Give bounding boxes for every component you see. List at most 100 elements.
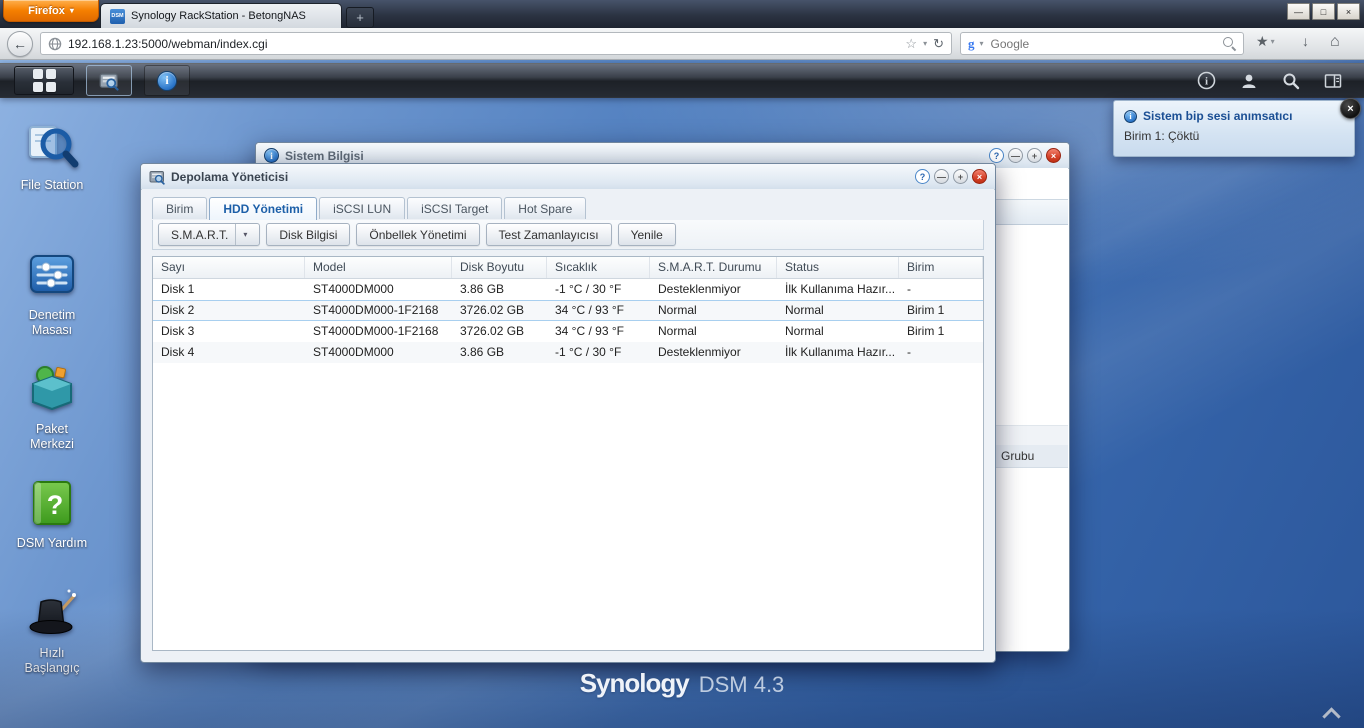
bookmark-star-icon[interactable]: ☆ [905,36,917,52]
cell-status: İlk Kullanıma Hazır... [777,342,899,363]
info-outline-icon[interactable]: i [1197,71,1216,90]
system-info-icon: i [264,148,279,163]
url-text: 192.168.1.23:5000/webman/index.cgi [68,37,899,51]
user-icon[interactable] [1240,72,1258,90]
minimize-window-button[interactable]: — [1287,3,1310,20]
cell-smart: Normal [650,321,777,342]
table-row-disk3[interactable]: Disk 3 ST4000DM000-1F2168 3726.02 GB 34 … [153,321,983,342]
search-icon[interactable] [1223,37,1236,50]
info-icon: i [1124,110,1137,123]
cell-number: Disk 2 [153,300,305,321]
tab-iscsi-lun[interactable]: iSCSI LUN [319,197,405,219]
tab-hdd-yonetimi[interactable]: HDD Yönetimi [209,197,317,220]
tab-hot-spare[interactable]: Hot Spare [504,197,586,219]
desktop-icon-quick-start[interactable]: Hızlı Başlangıç [4,586,100,676]
col-model[interactable]: Model [305,257,452,278]
window-controls: ? — + × [989,148,1061,163]
tab-title: Synology RackStation - BetongNAS [131,10,306,22]
new-tab-button[interactable]: + [346,7,374,28]
chevron-down-icon: ▾ [1271,37,1275,46]
taskbar-system-info-button[interactable]: i [144,65,190,96]
back-button[interactable]: ← [7,31,33,57]
tab-iscsi-target[interactable]: iSCSI Target [407,197,502,219]
cell-model: ST4000DM000 [305,279,452,300]
pilot-view-icon[interactable] [1324,72,1342,90]
search-box[interactable]: g ▾ [960,32,1244,55]
cache-management-button[interactable]: Önbellek Yönetimi [356,223,479,246]
col-smart-durumu[interactable]: S.M.A.R.T. Durumu [650,257,777,278]
collapse-desktop-chevron-icon[interactable] [1322,706,1340,720]
maximize-window-button[interactable]: □ [1312,3,1335,20]
notification-close-button[interactable]: × [1340,98,1361,119]
storage-manager-window: Depolama Yöneticisi ? — + × Birim HDD Yö… [140,163,996,663]
desktop-icon-dsm-help[interactable]: ? DSM Yardım [4,476,100,551]
search-input[interactable] [989,36,1218,52]
col-sayi[interactable]: Sayı [153,257,305,278]
close-window-button[interactable]: × [1337,3,1360,20]
main-menu-button[interactable] [14,66,74,95]
col-disk-boyutu[interactable]: Disk Boyutu [452,257,547,278]
file-station-icon [25,118,79,172]
col-birim[interactable]: Birim [899,257,983,278]
storage-manager-body: Birim HDD Yönetimi iSCSI LUN iSCSI Targe… [142,189,994,661]
browser-tab[interactable]: DSM Synology RackStation - BetongNAS [100,3,342,28]
cell-model: ST4000DM000-1F2168 [305,321,452,342]
firefox-menu-button[interactable]: Firefox ▾ [3,0,99,22]
google-icon: g [968,36,975,52]
cell-temp: 34 °C / 93 °F [547,300,650,321]
cell-temp: -1 °C / 30 °F [547,279,650,300]
home-button[interactable]: ⌂ [1330,33,1340,51]
svg-text:?: ? [47,490,64,520]
downloads-button[interactable]: ↓ [1302,33,1309,49]
col-sicaklik[interactable]: Sıcaklık [547,257,650,278]
close-button[interactable]: × [972,169,987,184]
browser-titlebar: Firefox ▾ DSM Synology RackStation - Bet… [0,0,1364,28]
apps-grid-icon [33,69,56,92]
desktop-icon-label: DSM Yardım [14,536,90,551]
cell-temp: -1 °C / 30 °F [547,342,650,363]
storage-manager-titlebar[interactable]: Depolama Yöneticisi ? — + × [141,164,995,190]
desktop-icon-control-panel[interactable]: Denetim Masası [4,248,100,338]
watermark-brand: Synology [580,668,689,698]
firefox-menu-label: Firefox [28,5,65,17]
desktop-icon-label: Paket Merkezi [14,422,90,452]
close-button[interactable]: × [1046,148,1061,163]
cell-number: Disk 1 [153,279,305,300]
help-button[interactable]: ? [989,148,1004,163]
minimize-button[interactable]: — [934,169,949,184]
tab-birim[interactable]: Birim [152,197,207,219]
search-engine-dropdown-icon[interactable]: ▾ [980,39,984,48]
bookmarks-menu-button[interactable]: ★ ▾ [1256,33,1275,50]
url-bar[interactable]: 192.168.1.23:5000/webman/index.cgi ☆ ▾ ↻ [40,32,952,55]
reload-icon[interactable]: ↻ [933,36,944,52]
screen: Firefox ▾ DSM Synology RackStation - Bet… [0,0,1364,728]
desktop-icon-package-center[interactable]: Paket Merkezi [4,362,100,452]
smart-button-label: S.M.A.R.T. [171,228,228,242]
package-center-icon [25,362,79,416]
maximize-button[interactable]: + [1027,148,1042,163]
col-status[interactable]: Status [777,257,899,278]
notification-toast: i Sistem bip sesi anımsatıcı Birim 1: Çö… [1113,100,1355,157]
disk-info-button[interactable]: Disk Bilgisi [266,223,350,246]
taskbar-storage-manager-button[interactable] [86,65,132,96]
tab-strip: Birim HDD Yönetimi iSCSI LUN iSCSI Targe… [152,197,984,221]
desktop-icon-file-station[interactable]: File Station [4,118,100,193]
maximize-button[interactable]: + [953,169,968,184]
test-scheduler-button[interactable]: Test Zamanlayıcısı [486,223,612,246]
search-icon[interactable] [1282,72,1300,90]
storage-manager-icon [99,71,119,91]
table-row-disk2-selected[interactable]: Disk 2 ST4000DM000-1F2168 3726.02 GB 34 … [153,300,983,321]
cell-size: 3.86 GB [452,279,547,300]
minimize-button[interactable]: — [1008,148,1023,163]
table-row-disk1[interactable]: Disk 1 ST4000DM000 3.86 GB -1 °C / 30 °F… [153,279,983,300]
smart-button[interactable]: S.M.A.R.T. ▾ [158,223,260,246]
refresh-button[interactable]: Yenile [618,223,676,246]
cell-number: Disk 4 [153,342,305,363]
url-dropdown-icon[interactable]: ▾ [923,39,927,48]
notification-title-row: i Sistem bip sesi anımsatıcı [1124,109,1344,123]
group-label: Grubu [1001,449,1034,463]
table-row-disk4[interactable]: Disk 4 ST4000DM000 3.86 GB -1 °C / 30 °F… [153,342,983,363]
toolbar: S.M.A.R.T. ▾ Disk Bilgisi Önbellek Yönet… [152,220,984,250]
help-button[interactable]: ? [915,169,930,184]
window-title: Sistem Bilgisi [285,149,364,163]
